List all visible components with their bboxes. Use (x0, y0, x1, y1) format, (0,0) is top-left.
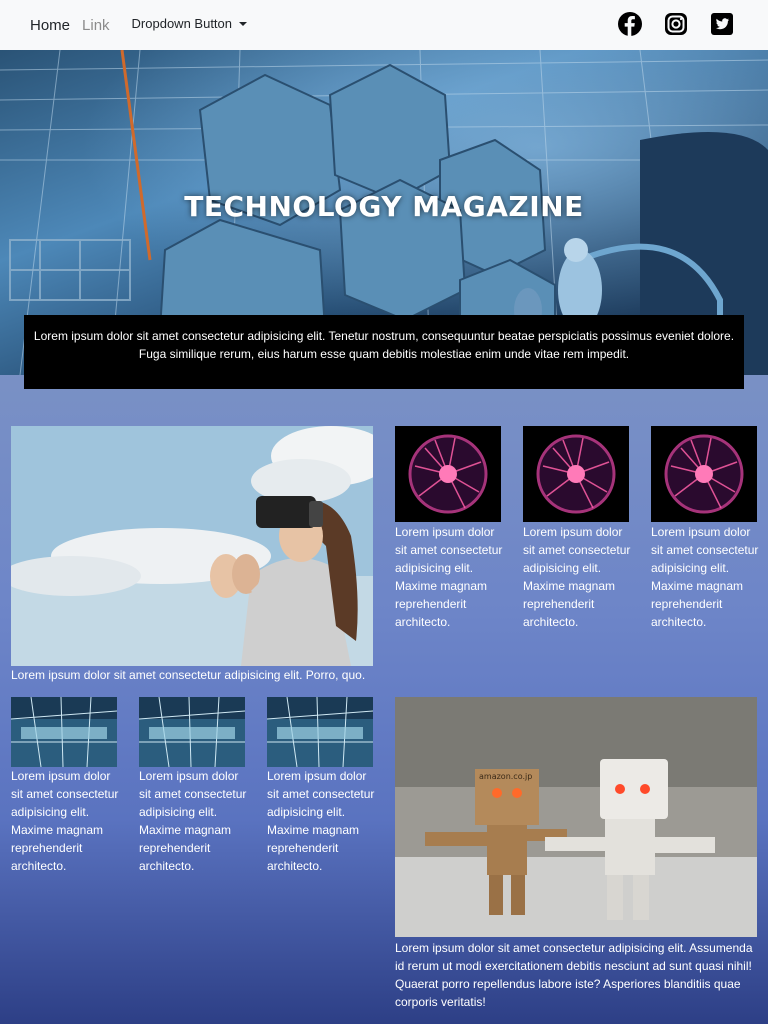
card-text: Lorem ipsum dolor sit amet consectetur a… (651, 525, 759, 629)
caret-down-icon (239, 21, 247, 26)
toy-robots-image: amazon.co.jp (395, 697, 757, 937)
svg-text:amazon.co.jp: amazon.co.jp (479, 772, 532, 781)
card-text: Lorem ipsum dolor sit amet consectetur a… (267, 769, 375, 873)
plasma-ball-thumbnail (395, 426, 501, 522)
plasma-ball-thumbnail (651, 426, 757, 522)
navbar: Home Link Dropdown Button (0, 0, 768, 50)
dropdown-button-label: Dropdown Button (131, 16, 232, 31)
vr-caption: Lorem ipsum dolor sit amet consectetur a… (11, 668, 366, 682)
twitter-icon[interactable] (710, 12, 734, 36)
card-text: Lorem ipsum dolor sit amet consectetur a… (11, 769, 119, 873)
card-text: Lorem ipsum dolor sit amet consectetur a… (139, 769, 247, 873)
social-links (618, 12, 734, 36)
card-text: Lorem ipsum dolor sit amet consectetur a… (395, 525, 503, 629)
architecture-thumbnail (267, 697, 373, 767)
nav-link[interactable]: Link (82, 17, 110, 34)
robot-caption: Lorem ipsum dolor sit amet consectetur a… (395, 941, 753, 1009)
card-text: Lorem ipsum dolor sit amet consectetur a… (523, 525, 631, 629)
architecture-thumbnail (139, 697, 245, 767)
instagram-icon[interactable] (664, 12, 688, 36)
architecture-thumbnail (11, 697, 117, 767)
hero-description: Lorem ipsum dolor sit amet consectetur a… (24, 315, 744, 389)
facebook-icon[interactable] (618, 12, 642, 36)
plasma-ball-thumbnail (523, 426, 629, 522)
nav-home-link[interactable]: Home (30, 17, 70, 34)
vr-headset-image (11, 426, 373, 666)
dropdown-button[interactable]: Dropdown Button (132, 16, 247, 31)
hero-title: TECHNOLOGY MAGAZINE (184, 190, 584, 223)
